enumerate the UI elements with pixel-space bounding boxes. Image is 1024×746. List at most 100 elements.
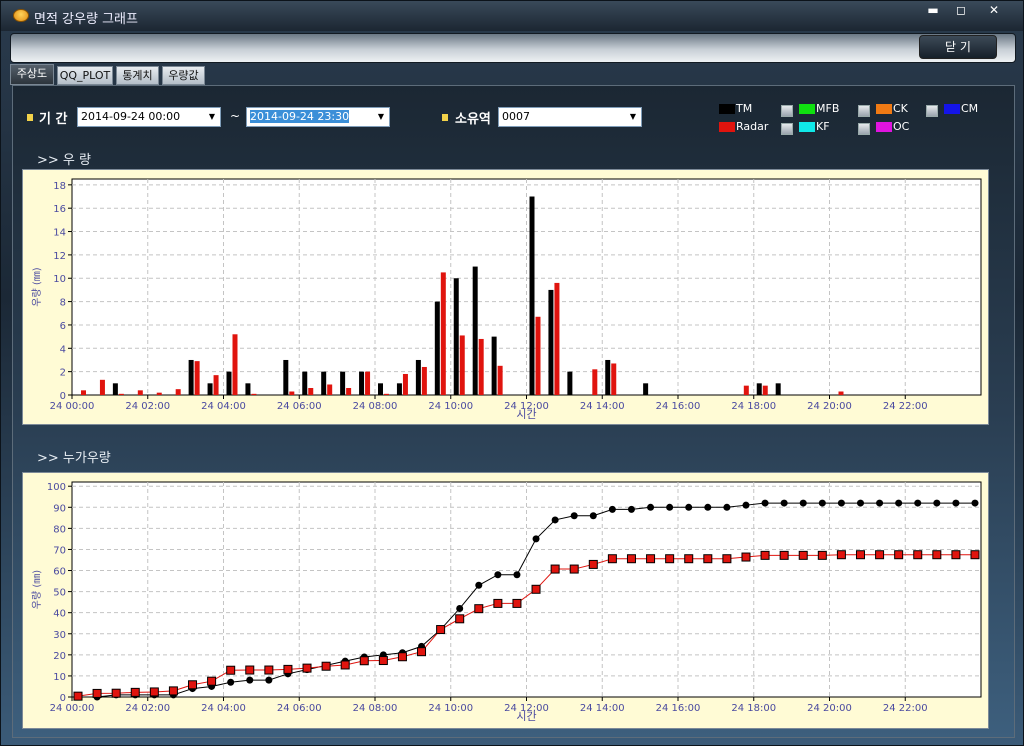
bar-radar xyxy=(175,389,181,395)
title-bar[interactable]: 면적 강우량 그래프 ▬ ◻ ✕ xyxy=(1,1,1023,31)
point-radar xyxy=(665,554,675,564)
app-window: 면적 강우량 그래프 ▬ ◻ ✕ 닫 기 주상도 QQ_PLOT 통계치 우량값… xyxy=(0,0,1024,746)
point-radar xyxy=(207,676,217,686)
bar-tm xyxy=(643,383,649,395)
y-tick-label: 30 xyxy=(53,630,66,641)
x-tick-label: 24 16:00 xyxy=(656,703,701,714)
rain-section-title: >> 우 량 xyxy=(37,153,91,168)
point-tm xyxy=(494,571,502,579)
legend-radar: Radar xyxy=(719,120,779,134)
x-tick-label: 24 08:00 xyxy=(353,703,398,714)
minimize-button[interactable]: ▬ xyxy=(920,3,946,19)
tab-rain-values[interactable]: 우량값 xyxy=(162,66,205,85)
point-radar xyxy=(875,550,885,560)
x-tick-label: 24 10:00 xyxy=(428,401,473,412)
basin-marker-icon xyxy=(442,114,448,121)
y-tick-label: 6 xyxy=(60,321,66,332)
bar-tm xyxy=(283,359,289,395)
point-radar xyxy=(932,550,942,560)
start-date-value: 2014-09-24 00:00 xyxy=(81,110,181,123)
point-tm xyxy=(761,499,769,507)
point-tm xyxy=(570,512,578,520)
point-tm xyxy=(513,571,521,579)
x-axis-label: 시간 xyxy=(516,408,536,421)
bar-radar xyxy=(365,371,371,395)
y-tick-label: 8 xyxy=(60,298,66,309)
bar-tm xyxy=(756,383,762,395)
x-tick-label: 24 00:00 xyxy=(50,703,95,714)
point-radar xyxy=(455,614,465,624)
bar-tm xyxy=(548,289,554,395)
cm-checkbox[interactable] xyxy=(926,105,938,117)
point-radar xyxy=(359,656,369,666)
point-radar xyxy=(836,550,846,560)
kf-checkbox[interactable] xyxy=(781,123,793,135)
ck-checkbox[interactable] xyxy=(858,105,870,117)
point-radar xyxy=(855,550,865,560)
bar-radar xyxy=(554,282,560,395)
bar-tm xyxy=(188,359,194,395)
x-tick-label: 24 08:00 xyxy=(353,401,398,412)
range-separator: ~ xyxy=(230,109,241,123)
close-window-button[interactable]: ✕ xyxy=(981,3,1007,19)
bar-radar xyxy=(402,373,408,395)
bar-tm xyxy=(207,383,213,395)
chevron-down-icon: ▼ xyxy=(208,112,216,121)
point-radar xyxy=(283,664,293,674)
legend-tm-swatch xyxy=(719,104,735,114)
point-radar xyxy=(417,647,427,657)
tab-histogram[interactable]: 주상도 xyxy=(10,64,54,85)
legend-tm-label: TM xyxy=(736,102,753,115)
bar-tm xyxy=(321,371,327,395)
x-tick-label: 24 20:00 xyxy=(807,703,852,714)
x-axis-label: 시간 xyxy=(516,710,536,723)
point-tm xyxy=(551,516,559,524)
point-tm xyxy=(933,499,941,507)
point-radar xyxy=(646,554,656,564)
app-logo-icon xyxy=(13,9,29,22)
basin-select[interactable]: 0007 ▼ xyxy=(498,107,642,127)
bar-tm xyxy=(775,383,781,395)
x-tick-label: 24 18:00 xyxy=(731,401,776,412)
point-radar xyxy=(970,550,980,560)
y-tick-label: 70 xyxy=(53,545,66,556)
bar-radar xyxy=(440,272,446,395)
tab-statistics[interactable]: 통계치 xyxy=(116,66,159,85)
point-tm xyxy=(456,604,464,612)
legend-mfb-swatch xyxy=(799,104,815,114)
point-radar xyxy=(474,604,484,614)
bar-tm xyxy=(112,383,118,395)
point-radar xyxy=(894,550,904,560)
tab-qq-plot[interactable]: QQ_PLOT xyxy=(57,66,113,85)
end-date-select[interactable]: 2014-09-24 23:30 ▼ xyxy=(246,107,390,127)
y-tick-label: 18 xyxy=(53,181,66,192)
y-tick-label: 60 xyxy=(53,567,66,578)
basin-label: 소유역 xyxy=(455,112,491,127)
point-tm xyxy=(532,535,540,543)
point-tm xyxy=(723,503,731,511)
start-date-select[interactable]: 2014-09-24 00:00 ▼ xyxy=(77,107,221,127)
legend-oc-label: OC xyxy=(893,120,910,133)
legend-kf-swatch xyxy=(799,122,815,132)
bar-radar xyxy=(762,385,768,395)
point-radar xyxy=(493,598,503,608)
point-tm xyxy=(895,499,903,507)
point-tm xyxy=(666,503,674,511)
bar-radar xyxy=(459,335,465,395)
close-button[interactable]: 닫 기 xyxy=(919,35,997,59)
basin-value: 0007 xyxy=(502,110,530,123)
window-title: 면적 강우량 그래프 xyxy=(34,12,138,27)
oc-checkbox[interactable] xyxy=(858,123,870,135)
mfb-checkbox[interactable] xyxy=(781,105,793,117)
end-date-value: 2014-09-24 23:30 xyxy=(250,110,350,123)
legend-radar-swatch xyxy=(719,122,735,132)
point-radar xyxy=(798,550,808,560)
point-radar xyxy=(760,550,770,560)
point-radar xyxy=(378,656,388,666)
y-tick-label: 2 xyxy=(60,368,66,379)
legend-ck: CK xyxy=(876,102,926,116)
point-radar xyxy=(397,652,407,662)
maximize-button[interactable]: ◻ xyxy=(948,3,974,19)
cum-section-title: >> 누가우량 xyxy=(37,451,111,466)
x-tick-label: 24 00:00 xyxy=(50,401,95,412)
